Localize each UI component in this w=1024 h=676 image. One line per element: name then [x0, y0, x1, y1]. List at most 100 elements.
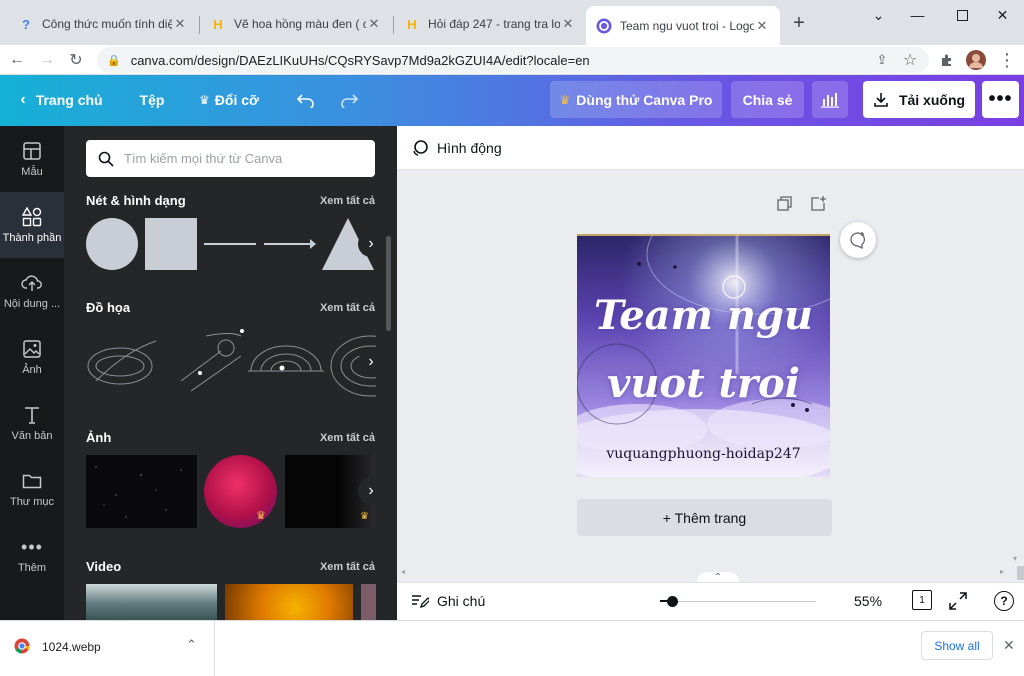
rainbow-graphic[interactable]	[248, 345, 324, 372]
left-sidebar: Mẫu Thành phần Nội dung ... Ảnh Văn bản …	[0, 126, 64, 620]
browser-tab-3[interactable]: H Hỏi đáp 247 - trang tra loi ✕	[394, 8, 586, 40]
bookmark-star-icon[interactable]: ☆	[898, 48, 922, 72]
close-tab-icon[interactable]: ✕	[560, 16, 576, 32]
design-page[interactable]: Team ngu vuot troi vuquangphuong-hoidap2…	[577, 234, 830, 477]
photos-next-chevron[interactable]: ›	[358, 478, 384, 504]
shapes-next-chevron[interactable]: ›	[358, 231, 384, 257]
url-text: canva.com/design/DAEzLIKuUHs/CQsRYSavp7M…	[130, 52, 590, 68]
search-input[interactable]	[124, 151, 364, 166]
back-button[interactable]: ←	[5, 48, 29, 72]
browser-menu-icon[interactable]: ⋮	[995, 48, 1019, 72]
home-button[interactable]: ‹ Trang chủ	[14, 81, 109, 118]
notes-button[interactable]: Ghi chú	[411, 593, 485, 609]
scroll-down-arrow[interactable]: ▾	[1013, 554, 1017, 563]
hoidap-icon: H	[407, 16, 417, 32]
show-all-button[interactable]: Show all	[921, 631, 993, 660]
sidebar-label: Ảnh	[22, 364, 42, 376]
sidebar-item-more[interactable]: ••• Thêm	[0, 522, 64, 588]
duplicate-page-icon[interactable]	[777, 196, 793, 217]
stars-graphic[interactable]	[180, 333, 242, 392]
sidebar-label: Mẫu	[21, 166, 43, 178]
browser-tab-1[interactable]: ? Công thức muốn tính diện tích ✕	[8, 8, 198, 40]
close-window-button[interactable]: ✕	[980, 0, 1024, 30]
text-icon	[21, 404, 43, 426]
scroll-left-arrow[interactable]: ◂	[401, 567, 405, 576]
sidebar-label: Văn bản	[11, 430, 53, 442]
share-button[interactable]: Chia sẻ	[731, 81, 804, 118]
design-subtitle[interactable]: vuquangphuong-hoidap247	[577, 446, 830, 462]
planet-graphic[interactable]	[87, 340, 157, 385]
add-page-icon[interactable]	[810, 195, 827, 217]
sidebar-item-folders[interactable]: Thư mục	[0, 456, 64, 522]
search-icon	[98, 151, 114, 167]
sidebar-label: Thư mục	[9, 496, 55, 508]
new-tab-button[interactable]: +	[788, 12, 810, 34]
download-button[interactable]: Tải xuống	[863, 81, 975, 118]
design-title-line-2[interactable]: vuot troi	[577, 364, 830, 404]
extensions-icon[interactable]	[935, 48, 959, 72]
canva-header: ‹ Trang chủ Tệp ♛ Đổi cỡ ♛ Dùng thử Canv…	[0, 75, 1024, 126]
chevron-up-icon[interactable]: ⌃	[186, 637, 197, 653]
page-count-button[interactable]: 1	[912, 590, 932, 610]
help-icon[interactable]: ?	[994, 591, 1014, 611]
crown-icon: ♛	[256, 510, 266, 522]
close-shelf-icon[interactable]: ✕	[1003, 637, 1015, 654]
see-all-link[interactable]: Xem tất cả	[320, 432, 375, 444]
bottom-toolbar: Ghi chú 55% 1 ?	[397, 582, 1024, 620]
add-comment-button[interactable]	[840, 222, 876, 258]
circle-shape[interactable]	[86, 218, 138, 270]
minimize-button[interactable]: —	[895, 0, 940, 30]
zoom-slider-thumb[interactable]	[667, 596, 679, 607]
maximize-button[interactable]	[940, 0, 985, 30]
browser-tab-2[interactable]: H Vẽ hoa hồng màu đen ( có ✕	[200, 8, 392, 40]
sidebar-item-uploads[interactable]: Nội dung ...	[0, 258, 64, 324]
zoom-level[interactable]: 55%	[854, 593, 882, 609]
close-tab-icon[interactable]: ✕	[754, 18, 770, 34]
share-page-icon[interactable]: ⇪	[870, 48, 894, 72]
profile-avatar[interactable]	[964, 48, 988, 72]
insights-chart-button[interactable]	[812, 81, 848, 118]
sidebar-item-templates[interactable]: Mẫu	[0, 126, 64, 192]
photo-thumbnail-starfield[interactable]	[86, 455, 197, 528]
fullscreen-icon[interactable]	[949, 592, 967, 613]
photo-thumbnail-red-moon[interactable]	[204, 455, 277, 528]
sidebar-item-elements[interactable]: Thành phần	[0, 192, 64, 258]
crown-icon: ♛	[559, 92, 571, 107]
panel-scrollbar[interactable]	[386, 236, 391, 331]
canvas-area: Hình động Team ngu vuot troi vuquangphuo…	[397, 126, 1024, 620]
close-tab-icon[interactable]: ✕	[366, 16, 382, 32]
close-tab-icon[interactable]: ✕	[172, 16, 188, 32]
section-header-video: Video Xem tất cả	[86, 559, 375, 574]
zoom-slider[interactable]	[660, 601, 816, 602]
see-all-link[interactable]: Xem tất cả	[320, 561, 375, 573]
try-pro-button[interactable]: ♛ Dùng thử Canva Pro	[550, 81, 722, 118]
forward-button[interactable]: →	[35, 48, 59, 72]
resize-button[interactable]: ♛ Đổi cỡ	[194, 81, 264, 118]
animate-button[interactable]: Hình động	[437, 140, 502, 156]
omnibox[interactable]: 🔒 canva.com/design/DAEzLIKuUHs/CQsRYSavp…	[97, 47, 929, 73]
see-all-link[interactable]: Xem tất cả	[320, 302, 375, 314]
file-menu-button[interactable]: Tệp	[131, 81, 173, 118]
video-thumbnail-flower[interactable]	[225, 584, 353, 620]
video-thumbnail-water[interactable]	[86, 584, 217, 620]
scroll-right-arrow[interactable]: ▸	[1000, 567, 1004, 576]
sidebar-item-photos[interactable]: Ảnh	[0, 324, 64, 390]
browser-tab-active[interactable]: Team ngu vuot troi - Logo ✕	[586, 6, 780, 45]
add-page-button[interactable]: + Thêm trang	[577, 499, 832, 536]
search-box[interactable]	[86, 140, 375, 177]
more-icon: •••	[21, 536, 43, 557]
show-all-label: Show all	[934, 638, 980, 653]
sidebar-item-text[interactable]: Văn bản	[0, 390, 64, 456]
folder-icon	[21, 470, 43, 492]
video-thumbnail-partial[interactable]	[361, 584, 376, 620]
design-title-line-1[interactable]: Team ngu	[577, 296, 830, 336]
square-shape[interactable]	[145, 218, 197, 270]
graphics-next-chevron[interactable]: ›	[358, 349, 384, 375]
undo-button[interactable]	[290, 81, 322, 118]
vertical-scrollbar-thumb[interactable]	[1017, 566, 1024, 580]
redo-button[interactable]	[333, 81, 365, 118]
see-all-link[interactable]: Xem tất cả	[320, 195, 375, 207]
download-file-name[interactable]: 1024.webp	[42, 640, 101, 654]
reload-button[interactable]: ↻	[64, 48, 88, 72]
more-options-button[interactable]: •••	[982, 81, 1019, 118]
